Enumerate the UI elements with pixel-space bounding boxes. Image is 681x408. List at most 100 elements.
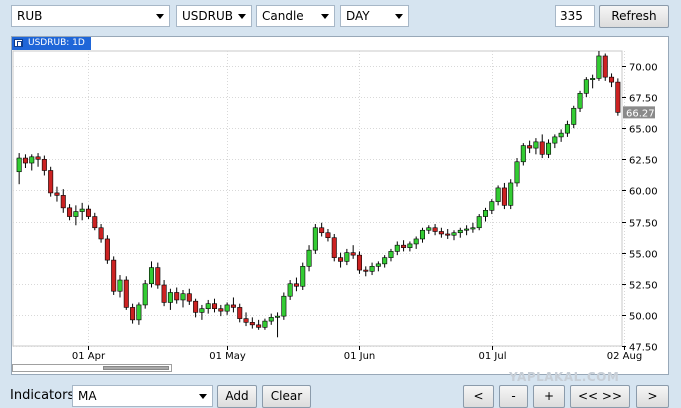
- y-tick-label: 67.50: [629, 94, 658, 105]
- candle-down: [35, 156, 41, 160]
- candle-down: [363, 269, 369, 272]
- x-tick-label: 01 Jul: [479, 351, 507, 362]
- candle-up: [552, 136, 558, 144]
- candle-down: [60, 195, 66, 209]
- candle-up: [388, 251, 394, 258]
- candle-up: [300, 266, 306, 287]
- clear-indicators-button[interactable]: Clear: [262, 385, 311, 408]
- candle-down: [54, 192, 60, 196]
- market-select[interactable]: RUB: [11, 5, 170, 27]
- candle-down: [41, 158, 47, 171]
- candle-up: [117, 279, 123, 292]
- candle-down: [85, 208, 91, 217]
- candle-down: [338, 257, 344, 262]
- candle-down: [331, 237, 337, 258]
- scroll-left-button[interactable]: <: [463, 385, 494, 408]
- x-tick-label: 02 Aug: [607, 351, 642, 362]
- candle-down: [237, 307, 243, 319]
- candle-down: [527, 145, 533, 149]
- x-tick-label: 01 Apr: [72, 351, 106, 362]
- y-tick-label: 70.00: [629, 63, 658, 74]
- chart-scrollbar[interactable]: [12, 364, 172, 372]
- candle-up: [224, 304, 230, 312]
- candle-up: [476, 216, 482, 229]
- chevron-down-icon: [395, 14, 403, 19]
- chevron-down-icon: [238, 14, 246, 19]
- candle-up: [142, 283, 148, 306]
- candle-down: [186, 293, 192, 302]
- symbol-select[interactable]: USDRUB: [176, 5, 252, 27]
- candle-up: [199, 308, 205, 313]
- candle-down: [111, 259, 117, 292]
- candle-up: [148, 267, 155, 285]
- candle-down: [249, 322, 255, 326]
- candle-up: [79, 208, 85, 212]
- candle-down: [104, 238, 110, 261]
- candle-up: [495, 187, 501, 202]
- chevron-down-icon: [321, 14, 329, 19]
- bar-count-input[interactable]: 335: [555, 5, 595, 27]
- chart-style-select[interactable]: Candle: [256, 5, 335, 27]
- candle-down: [212, 303, 218, 309]
- refresh-button[interactable]: Refresh: [599, 5, 669, 28]
- candle-down: [445, 233, 451, 236]
- candle-down: [218, 308, 224, 312]
- candle-down: [161, 284, 167, 303]
- candle-down: [123, 279, 129, 308]
- scroll-right-button[interactable]: >: [636, 385, 669, 408]
- y-tick-label: 52.50: [629, 281, 658, 292]
- candle-up: [546, 142, 552, 155]
- candle-up: [419, 229, 425, 240]
- candle-down: [67, 207, 73, 217]
- add-indicator-button[interactable]: Add: [217, 385, 257, 408]
- candle-up: [596, 55, 602, 79]
- y-tick-label: 65.00: [629, 125, 658, 136]
- candle-up: [268, 317, 274, 322]
- interval-select[interactable]: DAY: [340, 5, 409, 27]
- candle-down: [22, 157, 28, 164]
- candle-down: [602, 55, 608, 78]
- candle-down: [438, 231, 444, 235]
- candle-up: [29, 156, 35, 164]
- scrollbar-thumb[interactable]: [103, 366, 169, 370]
- candle-up: [508, 182, 514, 206]
- candle-up: [558, 132, 564, 138]
- scroll-both-button[interactable]: << >>: [570, 385, 630, 408]
- candle-up: [281, 295, 287, 317]
- candle-up: [407, 243, 413, 248]
- candle-down: [432, 227, 438, 232]
- candle-up: [451, 232, 457, 236]
- candle-up: [520, 145, 526, 163]
- candle-up: [306, 249, 312, 267]
- candle-down: [615, 81, 621, 113]
- chevron-down-icon: [199, 394, 207, 399]
- candle-up: [16, 157, 22, 173]
- candle-up: [533, 141, 539, 149]
- last-price-label: 66.27: [626, 108, 655, 119]
- zoom-in-button[interactable]: +: [533, 385, 565, 408]
- candle-up: [275, 315, 281, 318]
- chevron-down-icon: [156, 14, 164, 19]
- candlestick-chart: 70.00 67.50 65.00 62.50 60.00 57.50 55.00 52.50…: [12, 50, 658, 362]
- zoom-out-button[interactable]: -: [499, 385, 528, 408]
- candle-up: [344, 252, 350, 262]
- candle-up: [287, 283, 293, 297]
- candle-up: [369, 266, 375, 272]
- candle-up: [564, 124, 570, 134]
- candle-up: [180, 293, 186, 301]
- candle-up: [571, 107, 577, 125]
- candle-up: [312, 227, 318, 251]
- chart-panel[interactable]: USDRUB: 1D 70.00 67.50 65.00 62.50 60.00 57.5…: [11, 36, 669, 375]
- candle-down: [609, 76, 615, 83]
- candle-down: [501, 187, 507, 206]
- candle-up: [136, 304, 142, 321]
- market-select-value: RUB: [17, 9, 43, 23]
- candle-up: [514, 161, 520, 184]
- chart-style-select-value: Candle: [262, 9, 304, 23]
- y-tick-label: 57.50: [629, 219, 658, 230]
- indicator-select[interactable]: MA: [72, 385, 213, 407]
- candle-down: [193, 300, 199, 313]
- candle-down: [256, 324, 262, 328]
- candle-up: [489, 201, 495, 211]
- candle-down: [325, 232, 331, 239]
